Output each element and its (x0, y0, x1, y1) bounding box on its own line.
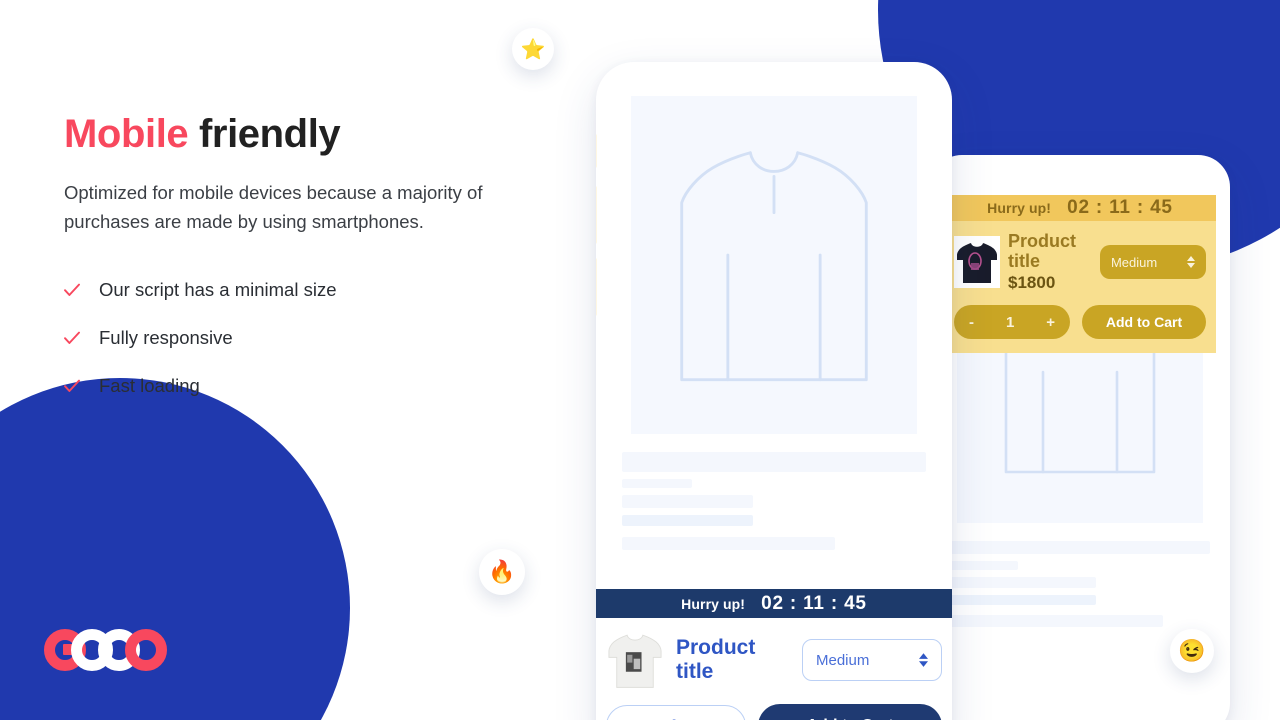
quantity-value: 1 (1005, 313, 1015, 331)
page-title: Mobile friendly (64, 112, 534, 156)
product-thumbnail (606, 628, 664, 692)
phone-side-button-volume-down (596, 258, 597, 316)
urgency-bar-primary: Hurry up! 02 : 11 : 45 (596, 589, 952, 618)
content-skeleton-secondary (944, 541, 1216, 627)
check-icon (64, 282, 80, 298)
phone-mockup-primary: Hurry up! 02 : 11 : 45 Product title Med… (596, 62, 952, 720)
phone-side-button-volume-up (596, 186, 597, 244)
cart-body-secondary: Product title $1800 Medium - 1 + Add to … (944, 221, 1216, 354)
feature-list: Our script has a minimal size Fully resp… (64, 266, 534, 410)
star-icon: ⭐ (512, 28, 554, 70)
add-to-cart-button-primary[interactable]: Add to Cart (758, 704, 942, 720)
urgency-bar-secondary: Hurry up! 02 : 11 : 45 (944, 195, 1216, 221)
size-select-value: Medium (816, 651, 870, 669)
check-icon (64, 330, 80, 346)
brand-logo (44, 628, 168, 672)
headline-rest: friendly (188, 112, 341, 156)
shirt-outline-icon (680, 151, 868, 382)
product-title: Product title (676, 636, 756, 683)
decrement-button[interactable]: - (625, 716, 631, 720)
size-select-primary[interactable]: Medium (802, 639, 942, 681)
logo-icon (44, 629, 168, 671)
list-item: Fast loading (64, 362, 534, 410)
size-select-value: Medium (1110, 254, 1158, 270)
phone-side-button-silent (596, 134, 597, 168)
white-tshirt-icon (608, 634, 662, 688)
increment-button[interactable]: + (1046, 314, 1055, 331)
hero-copy: Mobile friendly Optimized for mobile dev… (64, 112, 534, 410)
add-to-cart-button-secondary[interactable]: Add to Cart (1082, 305, 1206, 340)
product-image-placeholder (631, 96, 917, 434)
stepper-caret-icon (1187, 256, 1195, 269)
cart-action-row: - 1 + Add to Cart (606, 704, 942, 720)
decrement-button[interactable]: - (969, 314, 974, 331)
promo-slide: Mobile friendly Optimized for mobile dev… (0, 0, 1280, 720)
cart-product-row: Product title $1800 Medium (954, 231, 1206, 293)
quantity-value: 1 (669, 716, 678, 720)
countdown-timer: 02 : 11 : 45 (761, 592, 867, 614)
wink-face-icon: 😉 (1170, 629, 1214, 673)
product-title: Product title (1008, 231, 1077, 272)
dark-tshirt-icon (957, 243, 997, 284)
cart-body-primary: Product title Medium - 1 + (596, 618, 952, 720)
hero-description: Optimized for mobile devices because a m… (64, 182, 483, 233)
quantity-stepper-primary[interactable]: - 1 + (606, 705, 746, 720)
increment-button[interactable]: + (717, 716, 727, 720)
urgency-label: Hurry up! (987, 200, 1052, 216)
size-select-secondary[interactable]: Medium (1099, 245, 1206, 280)
feature-label: Our script has a minimal size (99, 279, 337, 301)
check-icon (64, 378, 80, 394)
content-skeleton-primary (614, 452, 934, 550)
sticky-cart-widget-secondary: Hurry up! 02 : 11 : 45 Product title $18… (944, 195, 1216, 354)
list-item: Fully responsive (64, 314, 534, 362)
stepper-caret-icon (919, 653, 928, 667)
headline-accent: Mobile (64, 112, 189, 156)
list-item: Our script has a minimal size (64, 266, 534, 314)
product-thumbnail (954, 236, 1000, 289)
cart-product-row: Product title Medium (606, 628, 942, 692)
feature-label: Fully responsive (99, 327, 233, 349)
sticky-cart-widget-primary: Hurry up! 02 : 11 : 45 Product title Med… (596, 589, 952, 720)
feature-label: Fast loading (99, 375, 200, 397)
product-price: $1800 (1008, 273, 1056, 293)
cart-action-row: - 1 + Add to Cart (954, 305, 1206, 340)
urgency-label: Hurry up! (681, 595, 746, 612)
quantity-stepper-secondary[interactable]: - 1 + (954, 305, 1070, 340)
countdown-timer: 02 : 11 : 45 (1067, 197, 1173, 218)
logo-ring-o3 (125, 629, 167, 671)
fire-icon: 🔥 (479, 549, 525, 595)
